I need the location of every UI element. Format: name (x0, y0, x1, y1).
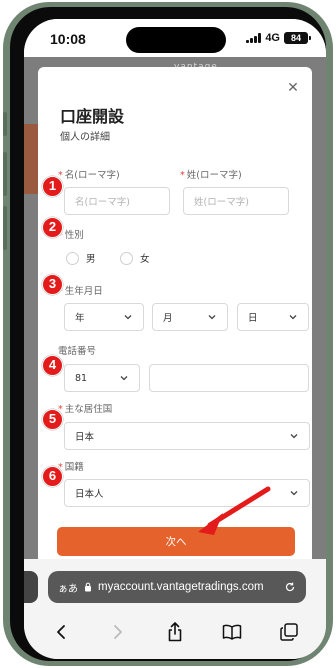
radio-circle[interactable] (120, 251, 133, 265)
bookmarks-icon[interactable] (222, 622, 242, 642)
residence-value: 日本 (75, 432, 95, 443)
birth-month-select[interactable]: 月 (152, 303, 228, 331)
radio-circle[interactable] (66, 251, 79, 265)
background-banner (24, 124, 38, 194)
nationality-select[interactable]: 日本人 (64, 479, 310, 507)
chevron-down-icon (124, 315, 132, 320)
phone-frame: 10:08 4G 84 vantage ✕ 口座開設 個人の詳細 (3, 2, 333, 666)
residence-select[interactable]: 日本 (64, 422, 310, 450)
battery-icon: 84 (284, 32, 311, 44)
gender-radio-female[interactable]: 女 (120, 251, 150, 265)
modal-subtitle: 個人の詳細 (60, 132, 110, 143)
chevron-down-icon (120, 376, 128, 381)
reader-mode-button[interactable]: ぁあ (58, 580, 78, 595)
mute-switch (3, 112, 7, 136)
dynamic-island (126, 27, 226, 53)
birth-year-value: 年 (75, 313, 85, 324)
signal-icon (246, 33, 262, 43)
gender-female-label: 女 (140, 254, 150, 265)
browser-bar: ぁあ myaccount.vantagetradings.com (24, 559, 326, 659)
browser-toolbar (24, 617, 326, 647)
birth-day-value: 日 (248, 313, 258, 324)
birth-date-label: * 生年月日 (58, 286, 103, 297)
volume-up-button (3, 152, 7, 196)
network-type: 4G (265, 32, 280, 44)
gender-radio-male[interactable]: 男 (66, 251, 96, 265)
address-bar[interactable]: ぁあ myaccount.vantagetradings.com (48, 571, 306, 603)
last-name-label: * 姓(ローマ字) (180, 170, 242, 181)
gender-male-label: 男 (86, 254, 96, 265)
reload-icon[interactable] (284, 581, 296, 593)
chevron-down-icon (290, 434, 298, 439)
nationality-value: 日本人 (75, 489, 104, 500)
first-name-input[interactable]: 名(ローマ字) (64, 187, 170, 215)
status-time: 10:08 (50, 31, 86, 47)
chevron-down-icon (290, 491, 298, 496)
previous-tab-handle[interactable] (24, 571, 38, 603)
volume-down-button (3, 206, 7, 250)
account-opening-modal: ✕ 口座開設 個人の詳細 * 名(ローマ字) * 姓(ローマ字) 名(ローマ字) 姓… (38, 67, 312, 572)
residence-label: * 主な居住国 (58, 404, 113, 415)
annotation-marker-3: 3 (42, 274, 63, 295)
chevron-down-icon (289, 315, 297, 320)
status-bar: 10:08 4G 84 (24, 19, 326, 57)
annotation-marker-2: 2 (42, 217, 63, 238)
screen: 10:08 4G 84 vantage ✕ 口座開設 個人の詳細 (24, 19, 326, 659)
country-code-value: 81 (75, 372, 88, 384)
tabs-icon[interactable] (279, 622, 299, 642)
last-name-input[interactable]: 姓(ローマ字) (183, 187, 289, 215)
annotation-marker-5: 5 (42, 409, 63, 430)
back-icon[interactable] (51, 622, 71, 642)
next-button[interactable]: 次へ (57, 527, 295, 556)
phone-label: 電話番号 (58, 346, 97, 357)
annotation-marker-4: 4 (42, 355, 63, 376)
birth-day-select[interactable]: 日 (237, 303, 309, 331)
close-icon[interactable]: ✕ (286, 81, 300, 95)
modal-title: 口座開設 (60, 107, 125, 126)
birth-year-select[interactable]: 年 (64, 303, 144, 331)
chevron-down-icon (208, 315, 216, 320)
lock-icon (85, 582, 91, 592)
birth-month-value: 月 (163, 313, 173, 324)
phone-number-input[interactable] (149, 364, 309, 392)
forward-icon[interactable] (108, 622, 128, 642)
status-icons: 4G 84 (246, 32, 311, 44)
annotation-marker-6: 6 (42, 466, 63, 487)
country-code-select[interactable]: 81 (64, 364, 140, 392)
phone-bezel: 10:08 4G 84 vantage ✕ 口座開設 個人の詳細 (10, 7, 326, 661)
first-name-label: * 名(ローマ字) (58, 170, 120, 181)
url-text: myaccount.vantagetradings.com (98, 581, 264, 593)
share-icon[interactable] (165, 622, 185, 642)
annotation-marker-1: 1 (42, 176, 63, 197)
